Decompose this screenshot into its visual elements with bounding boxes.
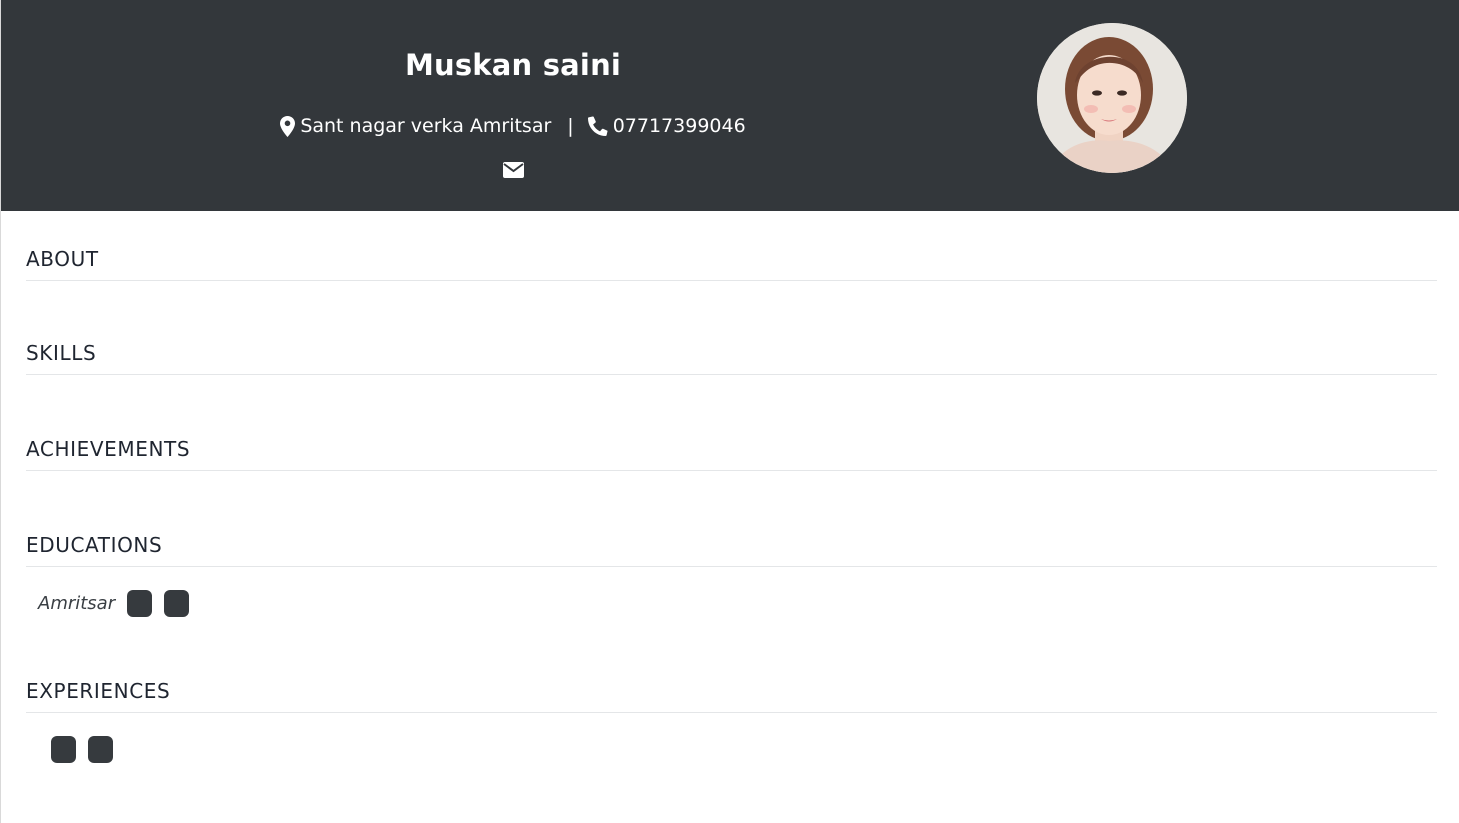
map-marker-icon xyxy=(280,115,300,137)
section-about: ABOUT xyxy=(26,245,1437,281)
contact-row: Sant nagar verka Amritsar | 07717399046 xyxy=(213,115,813,137)
edit-chip-button[interactable] xyxy=(51,736,76,763)
section-divider xyxy=(26,280,1437,281)
candidate-name: Muskan saini xyxy=(404,48,622,82)
delete-chip-button[interactable] xyxy=(88,736,113,763)
section-divider xyxy=(26,470,1437,471)
contact-separator: | xyxy=(567,115,574,137)
envelope-icon[interactable] xyxy=(502,162,524,182)
section-divider xyxy=(26,566,1437,567)
edit-chip-button[interactable] xyxy=(127,590,153,617)
section-divider xyxy=(26,712,1437,713)
section-achievements: ACHIEVEMENTS xyxy=(26,435,1437,471)
phone-icon xyxy=(587,116,613,136)
section-divider xyxy=(26,374,1437,375)
section-skills: SKILLS xyxy=(26,339,1437,375)
experience-item xyxy=(51,736,125,763)
email-row xyxy=(213,162,813,182)
delete-chip-button[interactable] xyxy=(164,590,190,617)
education-item: Amritsar xyxy=(38,590,201,617)
section-educations: EDUCATIONS xyxy=(26,531,1437,567)
section-title-educations: EDUCATIONS xyxy=(26,533,163,557)
section-title-achievements: ACHIEVEMENTS xyxy=(26,437,191,461)
education-place: Amritsar xyxy=(38,593,116,614)
section-title-experiences: EXPERIENCES xyxy=(26,679,171,703)
section-title-skills: SKILLS xyxy=(26,341,97,365)
address-text: Sant nagar verka Amritsar xyxy=(300,115,552,137)
profile-avatar xyxy=(1037,23,1187,173)
phone-number[interactable]: 07717399046 xyxy=(613,115,746,137)
section-experiences: EXPERIENCES xyxy=(26,677,1437,713)
resume-header: Muskan saini Sant nagar verka Amritsar |… xyxy=(1,0,1459,211)
section-title-about: ABOUT xyxy=(26,247,99,271)
